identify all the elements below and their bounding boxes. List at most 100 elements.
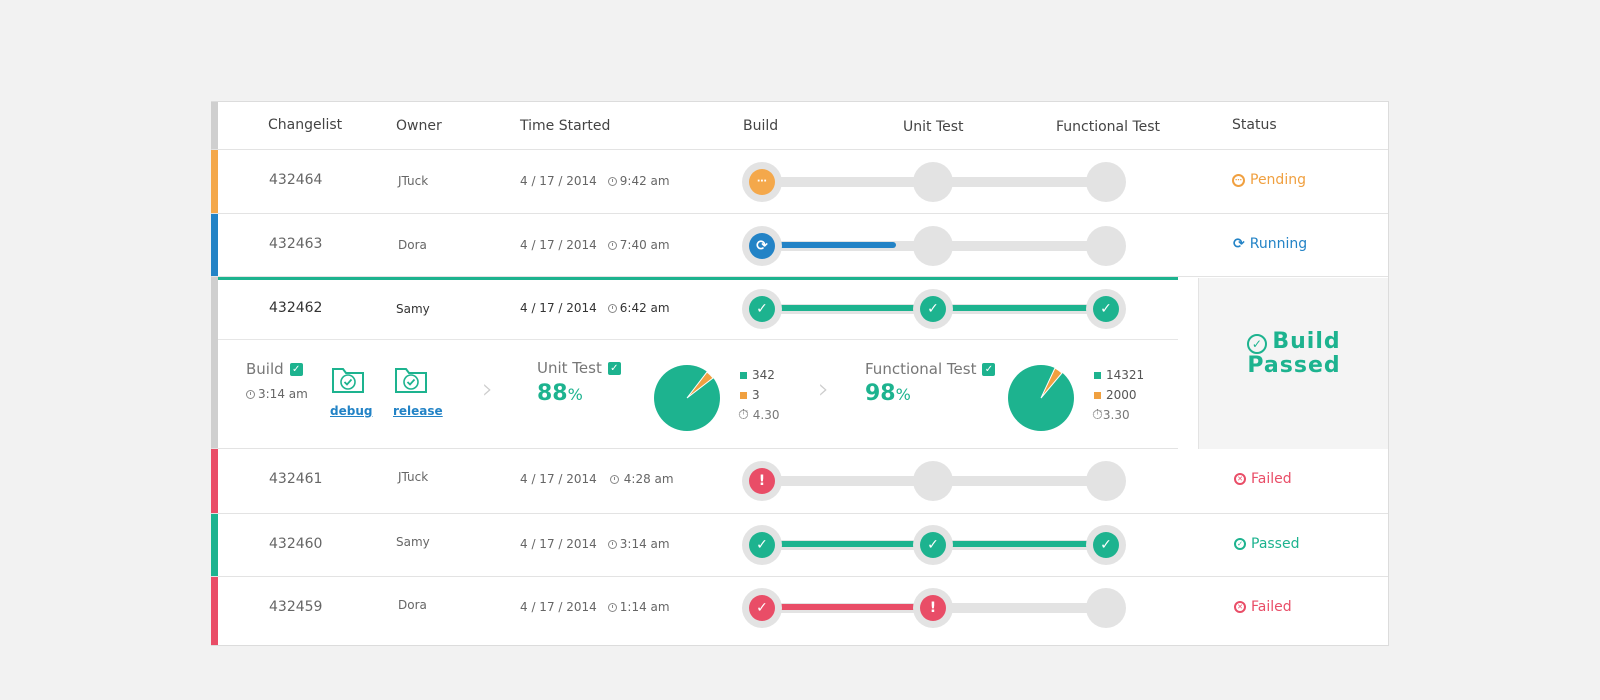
unit-test-node[interactable]: ✓	[913, 289, 953, 329]
unit-test-percentage: 88%	[537, 381, 583, 406]
functional-test-pie-chart	[1008, 365, 1074, 431]
exclamation-icon: !	[749, 468, 775, 494]
status-text: Failed	[1251, 599, 1292, 615]
clock-icon	[607, 240, 617, 250]
build-node[interactable]: ⟳	[742, 226, 782, 266]
build-node[interactable]: ✓	[742, 588, 782, 628]
changelist-id: 432459	[269, 599, 323, 615]
changelist-id: 432462	[269, 300, 323, 316]
status-text: Failed	[1251, 471, 1292, 487]
func-pass-count: 14321	[1106, 368, 1145, 382]
row-stripe	[211, 150, 218, 213]
owner-name: JTuck	[398, 174, 429, 188]
table-row[interactable]: 432461 JTuck 4 / 17 / 2014 4:28 am ! ✕ F…	[211, 449, 1388, 514]
functional-test-detail-title: Functional Test ✓	[865, 360, 996, 378]
functional-test-node[interactable]	[1086, 588, 1126, 628]
changelist-id: 432464	[269, 172, 323, 188]
build-time: 3:14 am	[258, 387, 308, 401]
start-time: 4:28 am	[623, 472, 674, 486]
functional-test-node[interactable]	[1086, 461, 1126, 501]
build-node[interactable]: ✓	[742, 289, 782, 329]
unit-test-detail-title: Unit Test ✓	[537, 359, 621, 377]
unit-test-node[interactable]: ✓	[913, 525, 953, 565]
folder-check-icon[interactable]	[331, 364, 365, 394]
debug-link[interactable]: debug	[330, 404, 372, 418]
check-circle-icon: ✓	[1234, 538, 1246, 550]
time-started: 4 / 17 / 2014 1:14 am	[520, 600, 670, 614]
functional-test-label: Functional Test	[865, 360, 977, 378]
unit-test-node[interactable]	[913, 461, 953, 501]
status-badge: ✕ Failed	[1234, 599, 1292, 615]
fail-color-icon	[740, 392, 747, 399]
pipeline: ✓ ✓ ✓	[742, 289, 1142, 329]
header-owner[interactable]: Owner	[396, 118, 442, 134]
unit-duration: 4.30	[752, 408, 780, 422]
func-duration: 3.30	[1102, 408, 1130, 422]
functional-test-node[interactable]: ✓	[1086, 525, 1126, 565]
status-badge: ✕ Failed	[1234, 471, 1292, 487]
clock-icon	[607, 539, 617, 549]
fail-color-icon	[1094, 392, 1101, 399]
build-node[interactable]: ⋯	[742, 162, 782, 202]
pipeline: ⋯	[742, 162, 1142, 202]
header-time-started[interactable]: Time Started	[520, 118, 610, 134]
build-node[interactable]: !	[742, 461, 782, 501]
table-row[interactable]: 432459 Dora 4 / 17 / 2014 1:14 am ✓ ! ✕ …	[211, 577, 1388, 645]
clock-icon	[609, 474, 619, 484]
functional-test-node[interactable]	[1086, 226, 1126, 266]
percent-sign: %	[567, 385, 583, 404]
functional-test-pct-value: 98	[865, 381, 896, 406]
table-row[interactable]: 432464 JTuck 4 / 17 / 2014 9:42 am ⋯ ⋯ P…	[211, 150, 1388, 214]
build-node[interactable]: ✓	[742, 525, 782, 565]
header-functional-test[interactable]: Functional Test	[1056, 119, 1160, 135]
row-stripe	[211, 449, 218, 513]
stopwatch-icon: ⏱	[738, 407, 749, 423]
refresh-icon: ⟳	[749, 233, 775, 259]
check-icon: ✓	[749, 296, 775, 322]
unit-pass-count: 342	[752, 368, 775, 382]
start-time: 3:14 am	[619, 537, 670, 551]
table-row[interactable]: 432460 Samy 4 / 17 / 2014 3:14 am ✓ ✓ ✓ …	[211, 514, 1388, 577]
chevron-right-icon: ›	[818, 372, 830, 405]
header-changelist[interactable]: Changelist	[268, 117, 342, 133]
time-started: 4 / 17 / 2014 4:28 am	[520, 472, 674, 486]
changelist-id: 432461	[269, 471, 323, 487]
check-icon: ✓	[749, 532, 775, 558]
check-icon: ✓	[1093, 296, 1119, 322]
start-date: 4 / 17 / 2014	[520, 301, 597, 315]
status-text: Passed	[1251, 536, 1300, 552]
build-progress-bar	[762, 242, 896, 248]
unit-test-node[interactable]: !	[913, 588, 953, 628]
check-icon: ✓	[920, 296, 946, 322]
owner-name: Dora	[398, 238, 427, 252]
build-detail-title: Build ✓	[246, 360, 303, 378]
status-badge: ⋯ Pending	[1232, 172, 1306, 188]
row-stripe	[211, 277, 218, 448]
status-badge: ⟳ Running	[1233, 236, 1307, 252]
build-table: Changelist Owner Time Started Build Unit…	[211, 101, 1389, 646]
functional-test-node[interactable]	[1086, 162, 1126, 202]
folder-check-icon[interactable]	[394, 364, 428, 394]
time-started: 4 / 17 / 2014 3:14 am	[520, 537, 670, 551]
header-unit-test[interactable]: Unit Test	[903, 119, 964, 135]
stopwatch-icon: ⏱	[1092, 407, 1103, 423]
header-build[interactable]: Build	[743, 118, 778, 134]
status-text: Pending	[1250, 172, 1306, 188]
unit-test-node[interactable]	[913, 162, 953, 202]
header-status[interactable]: Status	[1232, 117, 1277, 133]
clock-icon	[607, 602, 617, 612]
unit-test-node[interactable]	[913, 226, 953, 266]
check-icon: ✓	[1093, 532, 1119, 558]
table-row[interactable]: 432463 Dora 4 / 17 / 2014 7:40 am ⟳ ⟳ Ru…	[211, 214, 1388, 277]
row-stripe	[211, 577, 218, 645]
x-circle-icon: ✕	[1234, 601, 1246, 613]
func-fail-count: 2000	[1106, 388, 1137, 402]
functional-test-node[interactable]: ✓	[1086, 289, 1126, 329]
clock-icon	[607, 303, 617, 313]
check-circle-icon: ✓	[1247, 334, 1268, 354]
refresh-icon: ⟳	[1233, 236, 1245, 252]
legend-fail: 3	[740, 388, 760, 402]
release-link[interactable]: release	[393, 404, 443, 418]
table-row-expanded[interactable]: 432462 Samy 4 / 17 / 2014 6:42 am ✓ ✓ ✓ …	[211, 277, 1178, 449]
check-icon: ✓	[920, 532, 946, 558]
